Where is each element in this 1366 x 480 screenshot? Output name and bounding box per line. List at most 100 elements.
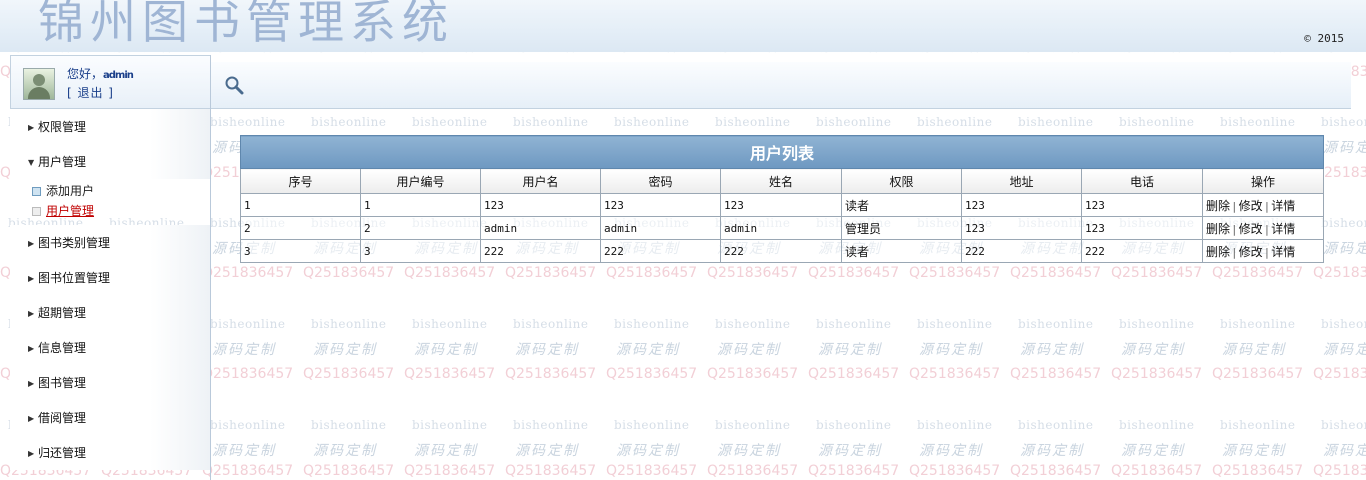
table-cell: 123 bbox=[961, 193, 1082, 217]
table-caption-row: 用户列表 bbox=[239, 135, 1325, 169]
table-cell: 3 bbox=[360, 239, 481, 263]
watermark-row: bisheonlinebisheonlinebisheonlinebisheon… bbox=[8, 418, 1366, 432]
greeting: 您好，admin bbox=[67, 65, 134, 82]
copyright-text: © 2015 bbox=[1304, 32, 1344, 45]
table-cell: admin bbox=[720, 216, 842, 240]
table-cell: admin bbox=[600, 216, 721, 240]
sidebar-item-book-categories[interactable]: ▶ 图书类别管理 bbox=[10, 225, 210, 260]
table-row: 2 2 admin admin admin 管理员 123 123 删除|修改|… bbox=[240, 216, 1325, 240]
detail-link[interactable]: 详情 bbox=[1271, 245, 1295, 259]
detail-link[interactable]: 详情 bbox=[1271, 199, 1295, 213]
table-cell: 222 bbox=[600, 239, 721, 263]
sidebar-item-overdue[interactable]: ▶ 超期管理 bbox=[10, 295, 210, 330]
top-header: 锦州图书管理系统 © 2015 bbox=[0, 0, 1366, 52]
column-header: 密码 bbox=[600, 168, 721, 194]
table-row: 1 1 123 123 123 读者 123 123 删除|修改|详情 bbox=[240, 193, 1325, 217]
table-cell: 222 bbox=[720, 239, 842, 263]
edit-link[interactable]: 修改 bbox=[1239, 245, 1263, 259]
separator: | bbox=[1231, 222, 1238, 236]
sidebar-item-label: 图书类别管理 bbox=[38, 236, 111, 250]
square-bullet-icon bbox=[32, 207, 41, 216]
watermark-row: 源码定制源码定制源码定制源码定制源码定制源码定制源码定制源码定制源码定制源码定制… bbox=[10, 342, 1366, 358]
sidebar-item-returns[interactable]: ▶ 归还管理 bbox=[10, 435, 210, 470]
avatar bbox=[23, 68, 55, 100]
edit-link[interactable]: 修改 bbox=[1239, 222, 1263, 236]
submenu-item-label: 添加用户 bbox=[46, 184, 95, 198]
detail-link[interactable]: 详情 bbox=[1271, 222, 1295, 236]
triangle-right-icon: ▶ bbox=[28, 273, 35, 283]
logout-link[interactable]: [ 退出 ] bbox=[67, 84, 114, 101]
sidebar-item-label: 超期管理 bbox=[38, 306, 87, 320]
delete-link[interactable]: 删除 bbox=[1206, 222, 1230, 236]
table-cell: admin bbox=[480, 216, 601, 240]
table-cell: 1 bbox=[360, 193, 481, 217]
left-sidebar: 您好，admin [ 退出 ] ▶ 权限管理 ▼ 用户管理 添加用户 用户管理 ▶ 图… bbox=[10, 55, 211, 480]
sidebar-item-book-locations[interactable]: ▶ 图书位置管理 bbox=[10, 260, 210, 295]
sidebar-item-label: 图书位置管理 bbox=[38, 271, 111, 285]
table-cell: 读者 bbox=[841, 193, 962, 217]
column-header: 姓名 bbox=[720, 168, 842, 194]
user-table-container: 用户列表 序号 用户编号 用户名 密码 姓名 权限 地址 电话 操作 1 1 1… bbox=[239, 135, 1325, 263]
separator: | bbox=[1231, 245, 1238, 259]
search-icon[interactable] bbox=[224, 75, 244, 95]
triangle-down-icon: ▼ bbox=[28, 157, 35, 167]
table-cell: 123 bbox=[600, 193, 721, 217]
sidebar-item-label: 信息管理 bbox=[38, 341, 87, 355]
sidebar-item-label: 用户管理 bbox=[38, 155, 87, 169]
triangle-right-icon: ▶ bbox=[28, 308, 35, 318]
table-caption: 用户列表 bbox=[239, 135, 1325, 169]
watermark-row: bisheonlinebisheonlinebisheonlinebisheon… bbox=[8, 317, 1366, 331]
triangle-right-icon: ▶ bbox=[28, 122, 35, 132]
table-cell: 222 bbox=[480, 239, 601, 263]
sidebar-item-books[interactable]: ▶ 图书管理 bbox=[10, 365, 210, 400]
table-cell: 123 bbox=[961, 216, 1082, 240]
submenu-item-add-user[interactable]: 添加用户 bbox=[10, 181, 210, 201]
column-header: 电话 bbox=[1081, 168, 1203, 194]
avatar-body bbox=[28, 87, 50, 99]
submenu-item-label: 用户管理 bbox=[46, 204, 95, 218]
greeting-text: 您好， bbox=[67, 67, 104, 81]
delete-link[interactable]: 删除 bbox=[1206, 199, 1230, 213]
triangle-right-icon: ▶ bbox=[28, 378, 35, 388]
sidebar-menu: ▶ 权限管理 ▼ 用户管理 添加用户 用户管理 ▶ 图书类别管理 ▶ 图书位置管理 ▶ 超… bbox=[10, 109, 210, 470]
table-header-row: 序号 用户编号 用户名 密码 姓名 权限 地址 电话 操作 bbox=[240, 168, 1325, 194]
triangle-right-icon: ▶ bbox=[28, 238, 35, 248]
table-cell: 222 bbox=[961, 239, 1082, 263]
sidebar-item-information[interactable]: ▶ 信息管理 bbox=[10, 330, 210, 365]
table-cell: 222 bbox=[1081, 239, 1203, 263]
content-toolbar bbox=[211, 62, 1351, 109]
sidebar-item-permissions[interactable]: ▶ 权限管理 bbox=[10, 109, 210, 144]
system-title: 锦州图书管理系统 bbox=[38, 0, 454, 49]
table-cell: 123 bbox=[720, 193, 842, 217]
sidebar-item-label: 借阅管理 bbox=[38, 411, 87, 425]
sidebar-item-borrowing[interactable]: ▶ 借阅管理 bbox=[10, 400, 210, 435]
table-cell: 2 bbox=[240, 216, 361, 240]
table-actions-cell: 删除|修改|详情 bbox=[1201, 216, 1325, 240]
watermark-row: 源码定制源码定制源码定制源码定制源码定制源码定制源码定制源码定制源码定制源码定制… bbox=[10, 443, 1366, 459]
user-table: 用户列表 序号 用户编号 用户名 密码 姓名 权限 地址 电话 操作 1 1 1… bbox=[239, 135, 1325, 263]
avatar-head bbox=[33, 74, 45, 86]
sidebar-item-user-management[interactable]: ▼ 用户管理 bbox=[10, 144, 210, 179]
separator: | bbox=[1231, 199, 1238, 213]
delete-link[interactable]: 删除 bbox=[1206, 245, 1230, 259]
column-header: 用户名 bbox=[480, 168, 601, 194]
table-cell: 2 bbox=[360, 216, 481, 240]
table-cell: 123 bbox=[1081, 216, 1203, 240]
table-actions-cell: 删除|修改|详情 bbox=[1201, 193, 1325, 217]
table-cell: 1 bbox=[240, 193, 361, 217]
username: admin bbox=[103, 70, 134, 81]
triangle-right-icon: ▶ bbox=[28, 413, 35, 423]
edit-link[interactable]: 修改 bbox=[1239, 199, 1263, 213]
table-actions-cell: 删除|修改|详情 bbox=[1201, 239, 1325, 263]
column-header: 操作 bbox=[1201, 168, 1325, 194]
table-cell: 管理员 bbox=[841, 216, 962, 240]
column-header: 序号 bbox=[240, 168, 361, 194]
square-bullet-icon bbox=[32, 187, 41, 196]
separator: | bbox=[1263, 245, 1271, 259]
sidebar-item-label: 权限管理 bbox=[38, 120, 87, 134]
table-cell: 读者 bbox=[841, 239, 962, 263]
table-cell: 123 bbox=[1081, 193, 1203, 217]
separator: | bbox=[1263, 222, 1271, 236]
submenu-item-manage-users[interactable]: 用户管理 bbox=[10, 201, 210, 221]
separator: | bbox=[1263, 199, 1271, 213]
